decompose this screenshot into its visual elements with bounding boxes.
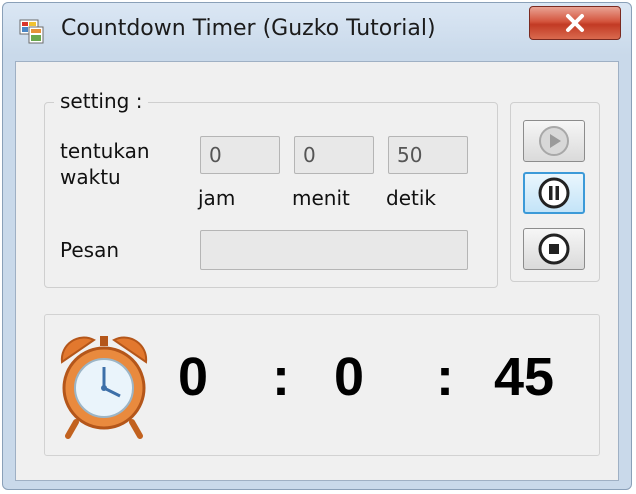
pause-button[interactable] (523, 172, 585, 214)
close-button[interactable] (529, 6, 621, 40)
duration-label-line1: tentukan (60, 139, 150, 163)
start-button[interactable] (523, 120, 585, 162)
seconds-label: detik (386, 186, 436, 210)
pause-icon (538, 177, 570, 209)
message-label: Pesan (60, 238, 120, 262)
title-bar: Countdown Timer (Guzko Tutorial) (3, 3, 631, 59)
display-minutes: 0 (334, 347, 365, 407)
minutes-label: menit (292, 186, 350, 210)
play-icon (539, 126, 569, 156)
minutes-input[interactable] (294, 136, 374, 174)
stop-button[interactable] (523, 228, 585, 270)
display-separator-1: : (272, 347, 290, 407)
close-icon (566, 14, 584, 32)
app-icon (19, 19, 44, 44)
duration-label-line2: waktu (60, 165, 121, 189)
message-input[interactable] (200, 230, 468, 270)
display-separator-2: : (436, 347, 454, 407)
alarm-clock-icon (60, 336, 148, 439)
client-area: setting : tentukan waktu jam menit detik… (15, 61, 619, 481)
window-title: Countdown Timer (Guzko Tutorial) (61, 16, 436, 41)
app-window: Countdown Timer (Guzko Tutorial) setting… (2, 2, 632, 490)
hours-input[interactable] (200, 136, 280, 174)
seconds-input[interactable] (388, 136, 468, 174)
display-hours: 0 (178, 347, 209, 407)
stop-icon (538, 233, 570, 265)
display-seconds: 45 (494, 347, 555, 407)
hours-label: jam (198, 186, 236, 210)
setting-group-title: setting : (54, 89, 149, 113)
